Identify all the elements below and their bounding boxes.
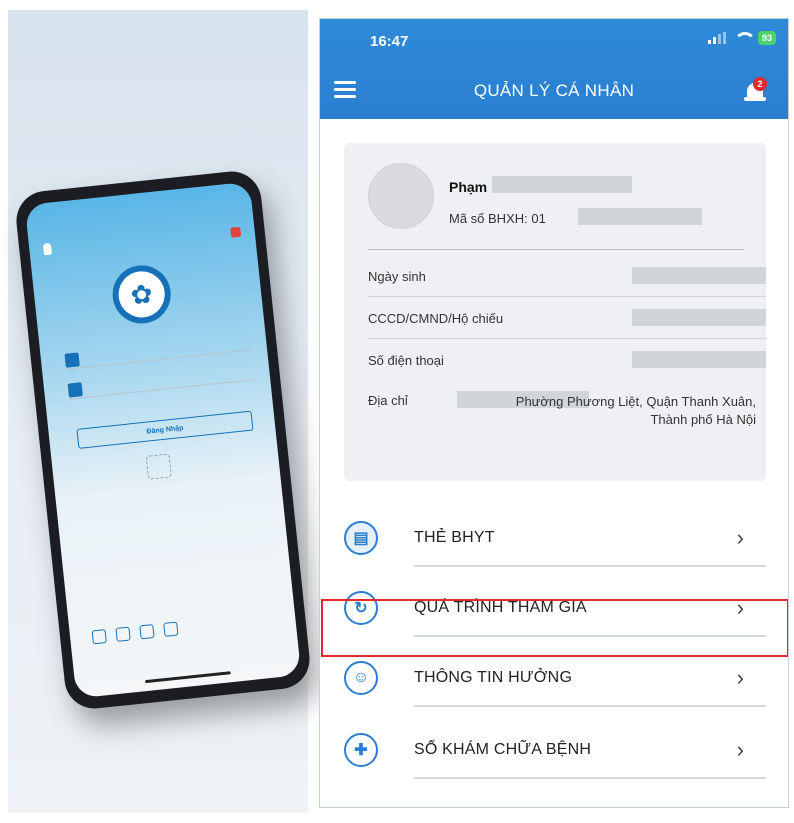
address-label: Địa chỉ: [368, 393, 408, 408]
app-screen: 16:47 93 QUẢN LÝ CÁ NHÂN 2 Phạm Mã số BH…: [319, 18, 789, 808]
promo-user-icon: [64, 352, 80, 368]
promo-faceid-icon: [145, 453, 172, 480]
divider: [414, 777, 766, 779]
id-redaction: [578, 208, 702, 225]
info-row-dob: Ngày sinh: [368, 255, 766, 297]
address-value: Phường Phương Liệt, Quận Thanh Xuân, Thà…: [515, 394, 756, 427]
avatar: [368, 163, 434, 229]
menu-item-medical-record[interactable]: ✚ SỔ KHÁM CHỮA BỆNH ›: [344, 721, 766, 779]
notification-bell-icon[interactable]: 2: [744, 77, 767, 105]
value-redaction: [632, 267, 766, 284]
signal-icon: [707, 32, 726, 44]
promo-card-icon: [91, 629, 107, 645]
promo-bottom-icons: [91, 621, 179, 645]
medical-cross-icon: ✚: [344, 733, 378, 767]
menu-item-label: SỔ KHÁM CHỮA BỆNH: [414, 741, 592, 758]
info-label: Số điện thoại: [368, 353, 444, 368]
status-time: 16:47: [370, 33, 409, 50]
name-redaction: [492, 176, 632, 193]
page-title: QUẢN LÝ CÁ NHÂN: [473, 81, 635, 100]
info-row-id-card: CCCD/CMND/Hộ chiếu: [368, 297, 766, 339]
promo-signin-button: Đăng Nhập: [76, 410, 254, 449]
status-icons: 93: [707, 31, 776, 45]
app-header: 16:47 93 QUẢN LÝ CÁ NHÂN 2: [320, 19, 788, 119]
menu-item-label: THẺ BHYT: [414, 529, 495, 546]
notification-badge: 2: [753, 77, 767, 91]
value-redaction: [632, 351, 766, 368]
promo-logo-icon: ✿: [109, 262, 174, 327]
wifi-icon: [733, 32, 756, 44]
battery-icon: 93: [757, 31, 776, 45]
menu-item-label: THÔNG TIN HƯỞNG: [414, 669, 573, 686]
chevron-right-icon: ›: [736, 737, 744, 762]
menu-item-health-card[interactable]: ▤ THẺ BHYT ›: [344, 509, 766, 567]
divider: [368, 249, 744, 250]
info-label: Ngày sinh: [368, 269, 426, 284]
health-card-icon: ▤: [344, 521, 378, 555]
promo-phone-icon: [139, 624, 155, 640]
promo-phone-screen: ✿ Đăng Nhập: [24, 181, 302, 699]
info-row-phone: Số điện thoại: [368, 339, 766, 381]
promo-home-indicator: [145, 671, 231, 684]
social-insurance-id: Mã số BHXH: 01: [449, 211, 546, 226]
menu-item-benefit-info[interactable]: ☺ THÔNG TIN HƯỞNG ›: [344, 649, 766, 707]
info-label: CCCD/CMND/Hộ chiếu: [368, 311, 504, 326]
profile-name: Phạm: [449, 179, 488, 195]
promo-person-icon: [115, 626, 131, 642]
promo-password-field: [67, 362, 253, 400]
promo-username-field: [64, 332, 250, 370]
promo-panel: ✿ Đăng Nhập: [0, 0, 313, 823]
chevron-right-icon: ›: [736, 525, 744, 550]
divider: [414, 565, 766, 567]
profile-card: Phạm Mã số BHXH: 01 Ngày sinh CCCD/CMND/…: [344, 143, 766, 481]
value-redaction: [632, 309, 766, 326]
chevron-right-icon: ›: [736, 665, 744, 690]
user-benefit-icon: ☺: [344, 661, 378, 695]
promo-lock-icon: [67, 382, 83, 398]
divider: [414, 705, 766, 707]
promo-badge-icon: [230, 226, 242, 238]
promo-chat-icon: [163, 621, 179, 637]
promo-bell-icon: [42, 242, 53, 256]
